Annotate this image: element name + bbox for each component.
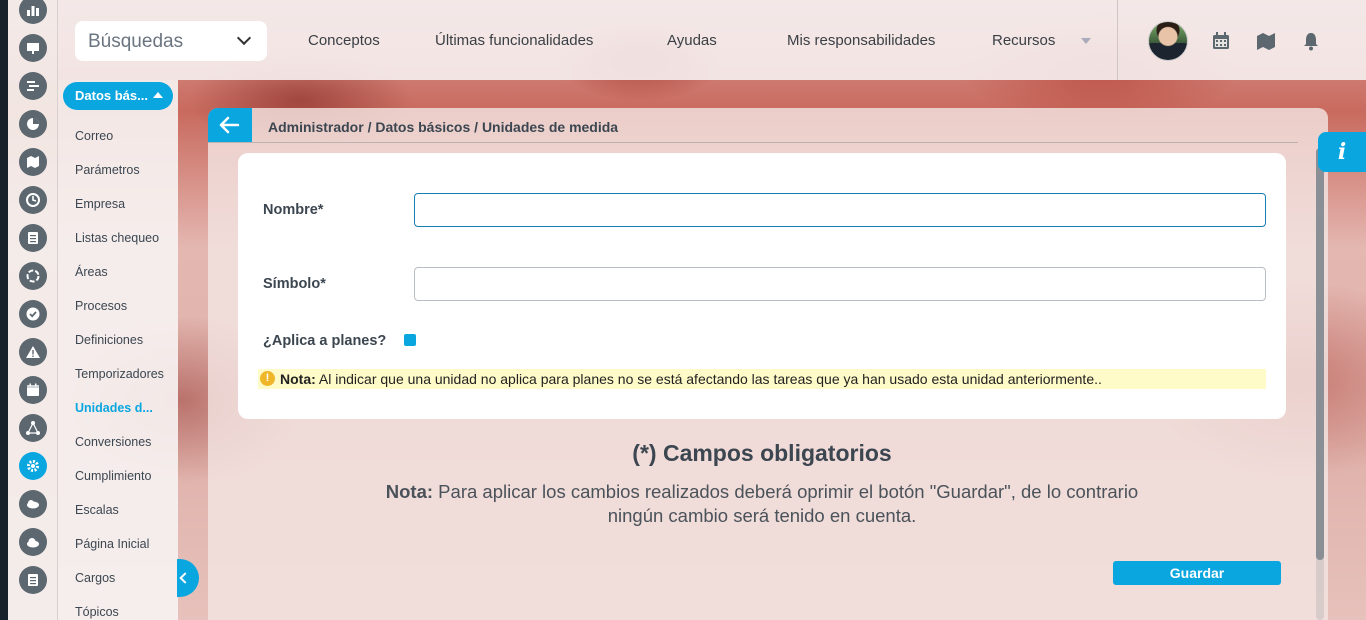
list-icon[interactable] (19, 566, 47, 594)
map-icon-glyph (27, 156, 39, 168)
document-icon-glyph (28, 232, 38, 244)
warning-icon[interactable] (19, 338, 47, 366)
sidebar-item-cargos[interactable]: Cargos (75, 571, 115, 585)
sidebar-item-parametros[interactable]: Parámetros (75, 163, 140, 177)
calendar-icon[interactable] (19, 376, 47, 404)
chart-icon-glyph (27, 6, 39, 16)
sidebar-item-procesos[interactable]: Procesos (75, 299, 127, 313)
map-icon[interactable] (19, 148, 47, 176)
presentation-icon[interactable] (19, 34, 47, 62)
window-edge (0, 0, 8, 620)
clock-icon-glyph (26, 193, 40, 207)
network-icon[interactable] (19, 414, 47, 442)
check-icon[interactable] (19, 300, 47, 328)
note-bar: ! Nota: Al indicar que una unidad no apl… (258, 369, 1266, 389)
list-icon-glyph (28, 574, 38, 586)
cycle-icon-glyph (26, 269, 40, 283)
gantt-icon[interactable] (19, 72, 47, 100)
group-label: Datos bás... (75, 88, 148, 103)
breadcrumb-divider (208, 142, 1298, 143)
breadcrumb: Administrador / Datos básicos / Unidades… (268, 119, 619, 135)
search-select[interactable]: Búsquedas (75, 21, 267, 61)
sidebar-item-correo[interactable]: Correo (75, 129, 113, 143)
note-text: Al indicar que una unidad no aplica para… (315, 371, 1102, 387)
caret-up-icon (153, 92, 163, 98)
info-tab-button[interactable]: i (1318, 132, 1366, 172)
applies-to-plans-label: ¿Aplica a planes? (263, 333, 387, 349)
nav-conceptos[interactable]: Conceptos (308, 32, 380, 49)
nav-mis-responsabilidades[interactable]: Mis responsabilidades (787, 32, 935, 49)
back-button[interactable] (208, 108, 252, 142)
sidebar-item-unidades-de-medida[interactable]: Unidades d... (75, 401, 153, 415)
exclamation-icon: ! (260, 371, 275, 386)
calendar-icon-glyph (27, 383, 39, 396)
arrow-left-icon (219, 116, 240, 134)
map-icon[interactable] (1255, 30, 1277, 52)
datos-basicos-group-button[interactable]: Datos bás... (63, 82, 173, 110)
sidebar-item-escalas[interactable]: Escalas (75, 503, 119, 517)
check-icon-glyph (26, 307, 40, 321)
secondary-sidebar: Datos bás... Correo Parámetros Empresa L… (58, 80, 178, 620)
cycle-icon[interactable] (19, 262, 47, 290)
sidebar-item-pagina-inicial[interactable]: Página Inicial (75, 537, 149, 551)
nav-recursos[interactable]: Recursos (992, 32, 1055, 49)
clock-icon[interactable] (19, 186, 47, 214)
gantt-icon-glyph (27, 81, 39, 91)
cloud-settings-icon-glyph (27, 500, 39, 509)
sidebar-item-cumplimiento[interactable]: Cumplimiento (75, 469, 151, 483)
form-card: Nombre* Símbolo* ¿Aplica a planes? ! Not… (238, 153, 1286, 419)
required-fields-title: (*) Campos obligatorios (632, 440, 892, 466)
icon-rail (8, 0, 58, 620)
save-info-text: Nota: Para aplicar los cambios realizado… (358, 480, 1166, 528)
pie-chart-icon[interactable] (19, 110, 47, 138)
info-body: Para aplicar los cambios realizados debe… (433, 481, 1139, 526)
applies-to-plans-checkbox[interactable] (404, 334, 416, 346)
cloud-settings-icon[interactable] (19, 490, 47, 518)
name-label: Nombre* (263, 202, 324, 218)
avatar[interactable] (1148, 21, 1188, 61)
save-button[interactable]: Guardar (1113, 561, 1281, 585)
note-prefix: Nota: (280, 371, 316, 387)
presentation-icon-glyph (27, 43, 39, 54)
sidebar-item-listas-chequeo[interactable]: Listas chequeo (75, 231, 159, 245)
settings-gear-icon-glyph (27, 460, 39, 472)
top-bar: Búsquedas Conceptos Últimas funcionalida… (58, 0, 1366, 80)
nav-ayudas[interactable]: Ayudas (667, 32, 717, 49)
nav-ultimas-funcionalidades[interactable]: Últimas funcionalidades (435, 32, 593, 49)
sidebar-item-definiciones[interactable]: Definiciones (75, 333, 143, 347)
chevron-down-icon (236, 30, 252, 46)
sidebar-item-empresa[interactable]: Empresa (75, 197, 125, 211)
sidebar-item-topicos[interactable]: Tópicos (75, 605, 119, 619)
info-prefix: Nota: (385, 481, 434, 502)
document-icon[interactable] (19, 224, 47, 252)
main-panel: Administrador / Datos básicos / Unidades… (208, 108, 1328, 620)
settings-gear-icon[interactable] (19, 452, 47, 480)
network-icon-glyph (26, 421, 40, 435)
topbar-divider (1117, 0, 1118, 80)
search-select-label: Búsquedas (88, 31, 184, 52)
warning-icon-glyph (26, 346, 40, 358)
name-input[interactable] (414, 193, 1266, 227)
cloud-icon-glyph (27, 538, 39, 548)
bell-icon[interactable] (1300, 30, 1322, 52)
symbol-label: Símbolo* (263, 276, 326, 292)
sidebar-item-areas[interactable]: Áreas (75, 265, 108, 279)
pie-chart-icon-glyph (27, 118, 39, 130)
sidebar-item-temporizadores[interactable]: Temporizadores (75, 367, 164, 381)
sidebar-item-conversiones[interactable]: Conversiones (75, 435, 151, 449)
recursos-caret-icon[interactable] (1081, 38, 1091, 44)
calendar-icon[interactable] (1210, 30, 1232, 52)
cloud-icon[interactable] (19, 528, 47, 556)
scrollbar-thumb[interactable] (1316, 148, 1324, 560)
chart-icon[interactable] (19, 0, 47, 24)
symbol-input[interactable] (414, 267, 1266, 301)
